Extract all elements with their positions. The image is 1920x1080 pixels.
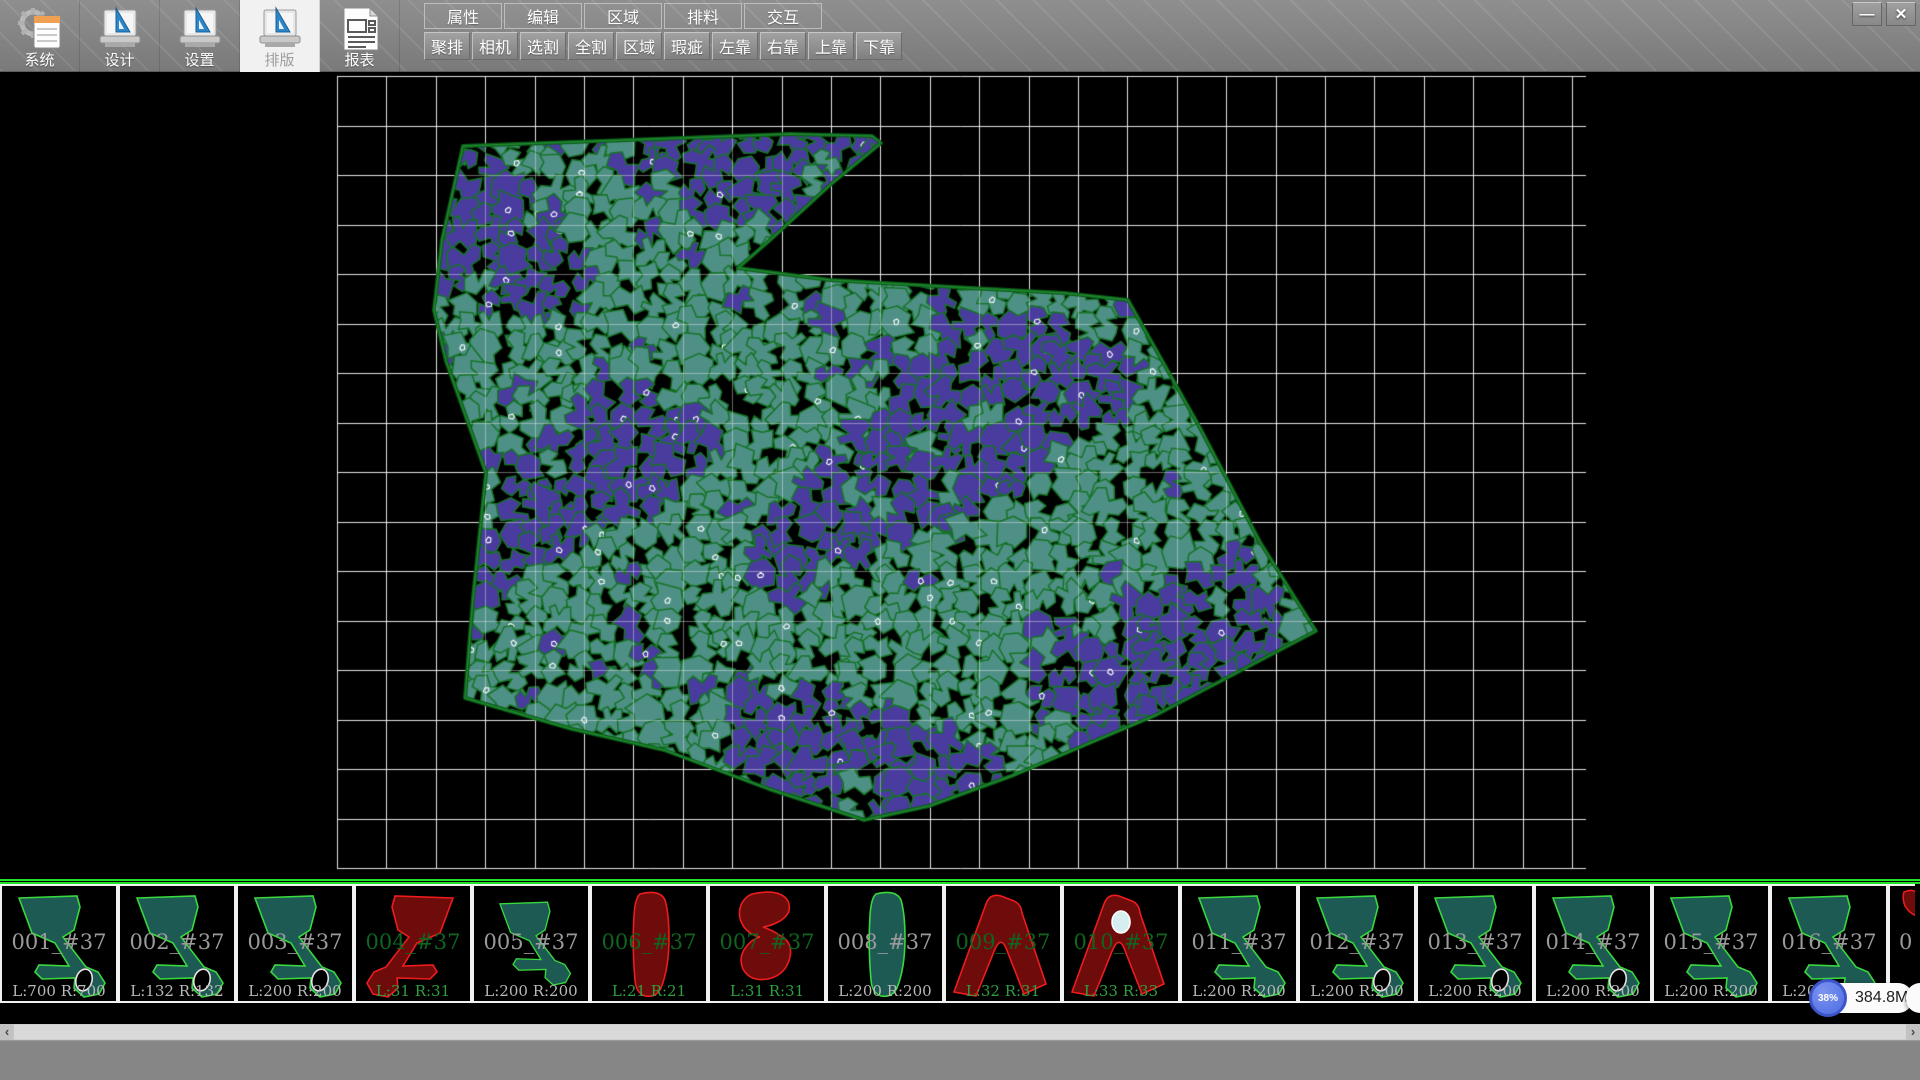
- piece-thumbnail[interactable]: 009_#37 L:32 R:31: [944, 884, 1062, 1003]
- piece-id-label: 010_#37: [1064, 930, 1178, 954]
- piece-id-label: 008_#37: [828, 930, 942, 954]
- scroll-right-arrow-icon[interactable]: ›: [1906, 1024, 1920, 1040]
- report-document-icon: [336, 6, 384, 52]
- piece-id-label: 004_#37: [356, 930, 470, 954]
- piece-id-label: 001_#37: [2, 930, 116, 954]
- tool-button[interactable]: 聚排: [424, 32, 470, 60]
- tool-button[interactable]: 右靠: [760, 32, 806, 60]
- scroll-left-arrow-icon[interactable]: ‹: [0, 1024, 14, 1040]
- piece-thumbnail[interactable]: 014_#37 L:200 R:200: [1534, 884, 1652, 1003]
- piece-id-label: 016_#37: [1772, 930, 1886, 954]
- mode-button-label: 设置: [184, 52, 214, 69]
- menu-tab[interactable]: 排料: [664, 3, 742, 29]
- mode-button-system[interactable]: 系统: [0, 0, 80, 72]
- design-ruler-icon: [256, 6, 304, 52]
- piece-lr-label: L:200 R:200: [238, 982, 352, 1000]
- piece-lr-label: L:200 R:200: [828, 982, 942, 1000]
- menu-tab[interactable]: 交互: [744, 3, 822, 29]
- piece-id-label: 002_#37: [120, 930, 234, 954]
- scrollbar-thumb[interactable]: [14, 1025, 1906, 1039]
- minimize-button[interactable]: —: [1852, 2, 1882, 26]
- piece-id-label: 007_#37: [710, 930, 824, 954]
- piece-lr-label: L:21 R:21: [592, 982, 706, 1000]
- cpu-percent-indicator: 38%: [1809, 979, 1847, 1017]
- nesting-canvas[interactable]: [0, 72, 1920, 879]
- mode-button-layout[interactable]: 排版: [240, 0, 320, 72]
- piece-lr-label: L:31 R:31: [710, 982, 824, 1000]
- nesting-workspace: [0, 72, 1920, 879]
- piece-id-label: 005_#37: [474, 930, 588, 954]
- piece-lr-label: L:200 R:200: [1418, 982, 1532, 1000]
- piece-id-label: 013_#37: [1418, 930, 1532, 954]
- piece-thumbnail[interactable]: 005_#37 L:200 R:200: [472, 884, 590, 1003]
- piece-thumbnail[interactable]: 003_#37 L:200 R:200: [236, 884, 354, 1003]
- piece-lr-label: L:31 R:31: [356, 982, 470, 1000]
- piece-thumbnail[interactable]: 006_#37 L:21 R:21: [590, 884, 708, 1003]
- tool-button[interactable]: 全割: [568, 32, 614, 60]
- piece-id-label: 006_#37: [592, 930, 706, 954]
- strip-bottom-gap: [0, 1003, 1920, 1024]
- piece-lr-label: L:32 R:31: [946, 982, 1060, 1000]
- main-mode-buttons: 系统 设计 设置 排版 报表: [0, 0, 400, 72]
- piece-thumbnail[interactable]: 011_#37 L:200 R:200: [1180, 884, 1298, 1003]
- menu-tab[interactable]: 区域: [584, 3, 662, 29]
- piece-lr-label: L:200 R:200: [1182, 982, 1296, 1000]
- piece-lr-label: L:33 R:33: [1064, 982, 1178, 1000]
- piece-id-label: 014_#37: [1536, 930, 1650, 954]
- memory-usage-badge: 38% 384.8M: [1811, 983, 1913, 1013]
- mode-button-label: 设计: [104, 52, 134, 69]
- tool-button[interactable]: 左靠: [712, 32, 758, 60]
- tool-button[interactable]: 瑕疵: [664, 32, 710, 60]
- piece-thumbnail[interactable]: 001_#37 L:700 R:700: [0, 884, 118, 1003]
- piece-thumbnail[interactable]: 007_#37 L:31 R:31: [708, 884, 826, 1003]
- piece-id-label: 012_#37: [1300, 930, 1414, 954]
- titlebar: 系统 设计 设置 排版 报表 属性编辑区域排料交互 聚排相机选割全割区域瑕疵左靠…: [0, 0, 1920, 72]
- mode-button-label: 系统: [24, 52, 54, 69]
- piece-id-label: 009_#37: [946, 930, 1060, 954]
- piece-id-label: 003_#37: [238, 930, 352, 954]
- menu-tab-row: 属性编辑区域排料交互: [424, 3, 822, 29]
- tool-button[interactable]: 下靠: [856, 32, 902, 60]
- piece-id-label: 015_#37: [1654, 930, 1768, 954]
- mode-button-settings[interactable]: 设置: [160, 0, 240, 72]
- piece-thumbnail[interactable]: 008_#37 L:200 R:200: [826, 884, 944, 1003]
- piece-id-label: 011_#37: [1182, 930, 1296, 954]
- memory-value: 384.8M: [1855, 989, 1908, 1007]
- piece-lr-label: L:200 R:200: [1300, 982, 1414, 1000]
- status-bar: [0, 1040, 1920, 1080]
- piece-thumbnail[interactable]: 015_#37 L:200 R:200: [1652, 884, 1770, 1003]
- menu-tab[interactable]: 编辑: [504, 3, 582, 29]
- mode-button-label: 排版: [264, 52, 294, 69]
- tool-button[interactable]: 选割: [520, 32, 566, 60]
- piece-thumbnail[interactable]: 002_#37 L:132 R:132: [118, 884, 236, 1003]
- mode-button-label: 报表: [344, 52, 374, 69]
- piece-thumbnail[interactable]: 012_#37 L:200 R:200: [1298, 884, 1416, 1003]
- window-controls: — ✕: [1852, 2, 1916, 26]
- piece-id-label: 0: [1890, 930, 1915, 954]
- mode-button-report[interactable]: 报表: [320, 0, 400, 72]
- piece-lr-label: L:132 R:132: [120, 982, 234, 1000]
- design-ruler-icon: [176, 6, 224, 52]
- tool-button[interactable]: 相机: [472, 32, 518, 60]
- mode-button-design[interactable]: 设计: [80, 0, 160, 72]
- piece-lr-label: L:200 R:200: [1654, 982, 1768, 1000]
- piece-thumbnail[interactable]: 013_#37 L:200 R:200: [1416, 884, 1534, 1003]
- horizontal-scrollbar[interactable]: ‹ ›: [0, 1024, 1920, 1040]
- menu-tab[interactable]: 属性: [424, 3, 502, 29]
- piece-lr-label: L:200 R:200: [1536, 982, 1650, 1000]
- design-ruler-icon: [96, 6, 144, 52]
- piece-thumbnail[interactable]: 010_#37 L:33 R:33: [1062, 884, 1180, 1003]
- piece-lr-label: L:200 R:200: [474, 982, 588, 1000]
- tool-button[interactable]: 区域: [616, 32, 662, 60]
- tool-button-row: 聚排相机选割全割区域瑕疵左靠右靠上靠下靠: [424, 32, 902, 60]
- system-gear-icon: [16, 6, 64, 52]
- piece-thumbnail[interactable]: 004_#37 L:31 R:31: [354, 884, 472, 1003]
- close-button[interactable]: ✕: [1886, 2, 1916, 26]
- piece-lr-label: L:700 R:700: [2, 982, 116, 1000]
- tool-button[interactable]: 上靠: [808, 32, 854, 60]
